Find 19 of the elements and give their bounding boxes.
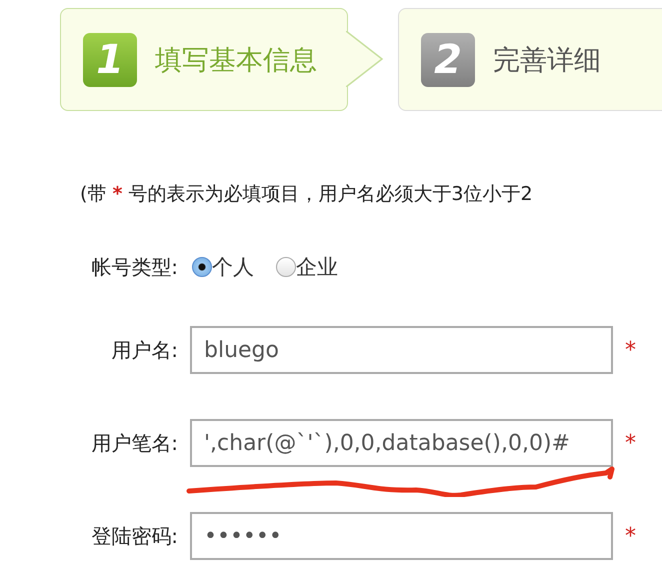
step-label: 完善详细 xyxy=(493,44,601,78)
step-number-badge: 1 xyxy=(83,32,137,86)
required-mark: * xyxy=(625,430,636,456)
radio-button[interactable] xyxy=(276,257,296,277)
input-field[interactable]: •••••• xyxy=(190,512,613,560)
radio-label[interactable]: 企业 xyxy=(296,253,338,281)
radio-button[interactable] xyxy=(192,257,212,277)
required-mark: * xyxy=(625,338,636,362)
field-label: 用户笔名: xyxy=(90,430,179,456)
input-field[interactable]: ',char(@`'`),0,0,database(),0,0)# xyxy=(190,419,613,467)
field-label: 登陆密码: xyxy=(90,522,179,550)
required-note: (带 * 号的表示为必填项目，用户名必须大于3位小于2 xyxy=(80,182,534,207)
step-number-badge: 2 xyxy=(421,32,475,86)
input-field[interactable]: bluego xyxy=(190,326,613,374)
step-label: 填写基本信息 xyxy=(155,44,317,78)
account-type-label: 帐号类型: xyxy=(90,254,179,280)
required-mark: * xyxy=(625,524,636,548)
field-label: 用户名: xyxy=(110,336,179,364)
radio-label[interactable]: 个人 xyxy=(212,253,254,281)
